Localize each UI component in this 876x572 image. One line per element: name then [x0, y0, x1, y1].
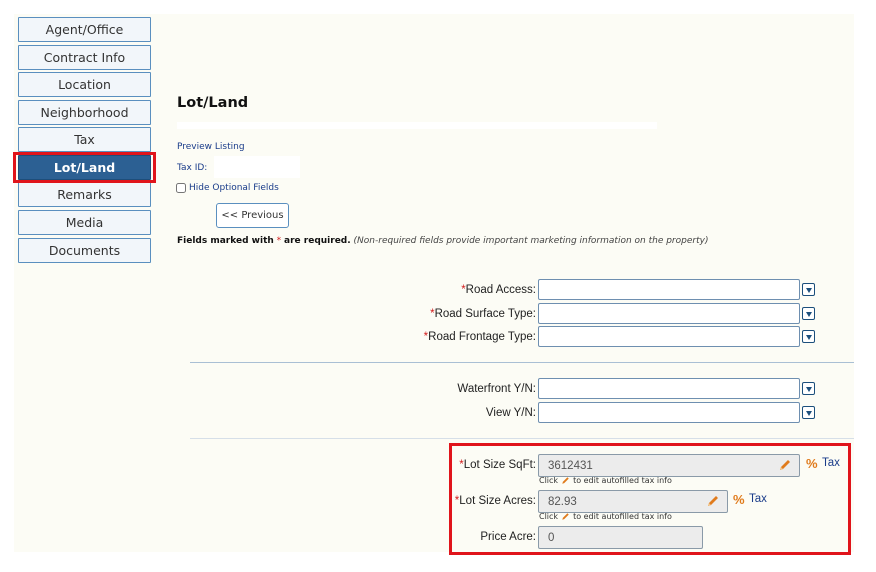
nav-contract-info[interactable]: Contract Info: [18, 45, 151, 70]
title-underline: [177, 122, 657, 129]
view-label: View Y/N:: [485, 407, 536, 419]
page-title: Lot/Land: [177, 95, 249, 111]
tax-id-value: [214, 156, 300, 178]
nav-remarks[interactable]: Remarks: [18, 182, 151, 207]
nav-agent-office[interactable]: Agent/Office: [18, 17, 151, 42]
previous-button[interactable]: << Previous: [216, 203, 289, 228]
road-access-label: *Road Access:: [461, 284, 536, 296]
waterfront-label: Waterfront Y/N:: [457, 383, 536, 395]
required-note-star: *: [276, 236, 282, 246]
chevron-down-icon[interactable]: [802, 307, 815, 320]
view-select[interactable]: [538, 402, 800, 423]
required-note-italic: (Non-required fields provide important m…: [353, 236, 709, 246]
road-surface-type-select[interactable]: [538, 303, 800, 324]
nav-highlight-box: [13, 152, 156, 183]
hide-optional-checkbox[interactable]: [176, 183, 186, 193]
hide-optional-label: Hide Optional Fields: [189, 183, 279, 193]
chevron-down-icon[interactable]: [802, 406, 815, 419]
road-surface-type-label: *Road Surface Type:: [430, 308, 536, 320]
chevron-down-icon[interactable]: [802, 330, 815, 343]
nav-location[interactable]: Location: [18, 72, 151, 97]
required-note-prefix: Fields marked with: [177, 236, 274, 246]
chevron-down-icon[interactable]: [802, 283, 815, 296]
section-divider: [190, 438, 854, 439]
nav-documents[interactable]: Documents: [18, 238, 151, 263]
required-note-suffix: are required.: [284, 236, 351, 246]
hide-optional-toggle[interactable]: Hide Optional Fields: [176, 183, 279, 193]
waterfront-select[interactable]: [538, 378, 800, 399]
road-frontage-type-select[interactable]: [538, 326, 800, 347]
nav-neighborhood[interactable]: Neighborhood: [18, 100, 151, 125]
road-access-select[interactable]: [538, 279, 800, 300]
lot-size-highlight-box: [449, 443, 851, 555]
chevron-down-icon[interactable]: [802, 382, 815, 395]
nav-media[interactable]: Media: [18, 210, 151, 235]
required-fields-note: Fields marked with * are required. (Non-…: [177, 236, 708, 246]
section-divider: [190, 362, 854, 363]
road-frontage-type-label: *Road Frontage Type:: [423, 331, 536, 343]
tax-id-label: Tax ID:: [177, 163, 208, 173]
nav-tax[interactable]: Tax: [18, 127, 151, 152]
preview-listing-link[interactable]: Preview Listing: [177, 142, 245, 152]
